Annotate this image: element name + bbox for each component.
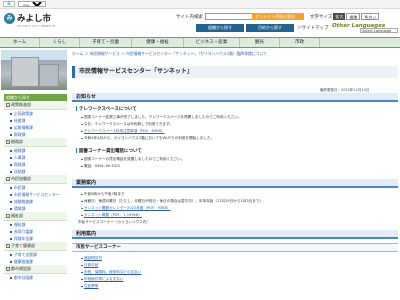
- online-procedure-button[interactable]: オンライン手続き案内: [252, 13, 304, 20]
- nav-business[interactable]: ビジネス・産業: [184, 38, 240, 47]
- sidebar-item[interactable]: 総務課: [4, 147, 67, 154]
- font-size-standard-button[interactable]: 標準: [346, 13, 361, 20]
- font-size-label: 文字サイズ: [310, 14, 333, 20]
- sidebar-category-label: 総務部: [11, 139, 23, 144]
- sidebar-category[interactable]: - 福祉部: [4, 212, 67, 221]
- sidebar-item[interactable]: 市民課: [4, 184, 67, 191]
- site-subtitle: MIYOSHI CITY WEBSITE: [17, 24, 56, 28]
- sidebar-category[interactable]: - 総務部: [4, 138, 67, 147]
- utility-bar: G Select Language: [0, 0, 400, 9]
- find-by-organization-button[interactable]: 組織から探す: [196, 24, 244, 32]
- service-link[interactable]: 住民票等: [80, 284, 98, 289]
- nav-living[interactable]: くらし: [40, 38, 80, 47]
- sidebar-category[interactable]: - 都市建設部: [4, 265, 67, 274]
- telework-item: 令和4年4月から、カリヨンハウス2階においてもWi-Fiでの利用を開始しました。: [80, 136, 215, 140]
- sidebar-category-label: 政策推進部: [11, 102, 31, 107]
- overview-pdf-link[interactable]: サンネット概要（PDF：1,199KB）: [81, 213, 142, 218]
- sidebar-item[interactable]: 広報情報課: [4, 124, 67, 131]
- building-shape: [39, 64, 59, 87]
- sidebar-category[interactable]: - 市民協働部: [4, 175, 67, 184]
- page-title: 市民情報サービスセンター「サンネット」: [72, 66, 398, 78]
- sidebar-item[interactable]: 収納課: [4, 168, 67, 175]
- other-languages[interactable]: Other Languages Select Language: [332, 23, 398, 33]
- expand-icon[interactable]: -: [6, 177, 10, 181]
- section-heading-business: 業務案内: [72, 179, 398, 188]
- sitemap-link[interactable]: ＞サイトマップ: [297, 25, 329, 31]
- expand-icon[interactable]: -: [6, 267, 10, 271]
- calendar-pdf-link[interactable]: サンネット開館カレンダー2022年度（PDF：93KB）: [81, 206, 171, 211]
- telework-pdf-link[interactable]: テレワークスペース利用注意事項（PDF：89KB）: [81, 129, 165, 134]
- sidebar-item[interactable]: 子育て支援課: [4, 251, 67, 258]
- service-corner-heading: 市民サービスコーナー: [72, 243, 398, 252]
- extra-line: 市民サービスコーナー（カリヨンハウス内）: [78, 220, 150, 224]
- nav-city-admin[interactable]: 市政: [280, 38, 320, 47]
- hours-item: 午前9時から午後7時まで: [81, 192, 125, 196]
- sidebar-category[interactable]: - 子育て健康部: [4, 242, 67, 251]
- telework-item: なお、テレワークスペースは予約無しで利用できます。: [81, 122, 173, 126]
- hours-item: 休館日：毎週月曜日（ただし、月曜日が祝日・休日の場合は翌平日）、年末年始（12月…: [80, 199, 264, 203]
- sidebar-item[interactable]: 環境課: [4, 205, 67, 212]
- nav-health[interactable]: 健康・福祉: [132, 38, 184, 47]
- library-phone: 電話：0561-36-3322: [80, 164, 121, 168]
- sidebar-item[interactable]: 企画政策課: [4, 110, 67, 117]
- service-link[interactable]: 行政手続: [80, 263, 98, 268]
- sidebar-item[interactable]: 保険年金課: [4, 235, 67, 242]
- sidebar-item[interactable]: 健康推進課: [4, 258, 67, 265]
- language-select[interactable]: Select Language: [18, 1, 46, 7]
- site-header: み みよし市 MIYOSHI CITY WEBSITE サイト内検索 検索 オン…: [0, 9, 400, 37]
- telework-item: 図書コーナー拡張工事が完了しました。テレワークスペースを再開しましたのでご利用く…: [81, 115, 242, 119]
- language-dropdown[interactable]: Select Language: [360, 28, 398, 33]
- global-nav: ホーム くらし 子育て・児童 健康・福祉 ビジネス・産業 観光 市政: [0, 37, 400, 48]
- sidebar-item[interactable]: 福祉課: [4, 221, 67, 228]
- nav-tourism[interactable]: 観光: [240, 38, 280, 47]
- expand-icon[interactable]: -: [6, 214, 10, 218]
- left-sidebar: 組織から探す - 政策推進部 企画政策課 秘書課 広報情報課 財政課 - 総務部 総…: [0, 48, 68, 300]
- library-item: 図書コーナーの貸出電話を設置しましたのでご利用ください。: [81, 157, 185, 161]
- breadcrumb[interactable]: ホーム ＞ 市民情報サービス ＞ 市民情報サービスセンター「サンネット」（カリヨ…: [72, 51, 267, 57]
- telework-heading: テレワークスペースについて: [76, 106, 137, 112]
- sidebar-item[interactable]: 協働推進課: [4, 198, 67, 205]
- sidebar-item[interactable]: 秘書課: [4, 117, 67, 124]
- nav-home[interactable]: ホーム: [0, 38, 40, 47]
- site-logo[interactable]: み みよし市: [4, 12, 51, 24]
- building-photo: [1, 50, 67, 90]
- find-by-purpose-button[interactable]: 目的から探す: [246, 24, 294, 32]
- sidebar-category-label: 市民協働部: [11, 176, 31, 181]
- google-translate-icon: G: [3, 1, 15, 7]
- sidebar-item[interactable]: 財政課: [4, 131, 67, 138]
- expand-icon[interactable]: -: [6, 244, 10, 248]
- nav-childcare[interactable]: 子育て・児童: [80, 38, 132, 47]
- expand-icon[interactable]: -: [6, 103, 10, 107]
- sidebar-category-label: 福祉部: [11, 213, 23, 218]
- expand-icon[interactable]: -: [6, 140, 10, 144]
- sidebar-heading: 組織から探す: [4, 94, 67, 101]
- sidebar-category-label: 都市建設部: [11, 266, 31, 271]
- sidebar-item[interactable]: 税務課: [4, 161, 67, 168]
- sidebar-category[interactable]: - 政策推進部: [4, 101, 67, 110]
- color-scheme-button[interactable]: 色合い: [361, 13, 380, 20]
- section-heading-usage: 利用案内: [72, 230, 398, 239]
- service-link[interactable]: 市税納付書による支払い: [80, 277, 123, 282]
- service-link[interactable]: 市税、保険料、使用料などの支払い: [81, 270, 142, 275]
- site-name: みよし市: [17, 14, 52, 24]
- section-heading-notices: お知らせ: [72, 93, 398, 102]
- sidebar-category-label: 子育て健康部: [11, 243, 35, 248]
- sidebar-item[interactable]: 市民情報サービスセンター: [4, 191, 67, 198]
- service-link[interactable]: 諸証明交付: [81, 256, 102, 261]
- search-label: サイト内検索: [176, 14, 203, 20]
- font-size-controls: 文字サイズ 拡大 標準 色合い: [310, 13, 380, 20]
- sidebar-item[interactable]: 長寿介護課: [4, 228, 67, 235]
- sidebar-item[interactable]: 都市計画課: [4, 274, 67, 281]
- city-emblem-icon: み: [4, 12, 15, 24]
- building-shape: [11, 57, 39, 87]
- sidebar-item[interactable]: 人事課: [4, 154, 67, 161]
- font-size-large-button[interactable]: 拡大: [333, 13, 346, 20]
- library-heading: 図書コーナー貸出電話について: [76, 148, 142, 154]
- sidebar-menu: - 政策推進部 企画政策課 秘書課 広報情報課 財政課 - 総務部 総務課 人事課 …: [4, 101, 67, 281]
